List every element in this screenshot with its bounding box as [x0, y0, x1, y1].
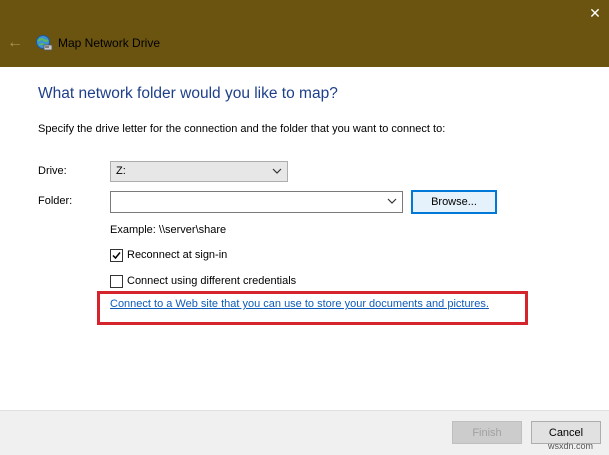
instruction-text: Specify the drive letter for the connect…: [38, 123, 446, 135]
watermark-text: wsxdn.com: [548, 441, 594, 451]
credentials-label[interactable]: Connect using different credentials: [127, 275, 296, 287]
drive-select[interactable]: Z:: [110, 161, 288, 182]
folder-label: Folder:: [38, 195, 73, 207]
drive-select-value: Z:: [116, 165, 126, 177]
chevron-down-icon: [272, 168, 282, 174]
network-drive-icon: [35, 34, 53, 52]
back-arrow-icon[interactable]: ←: [6, 34, 24, 52]
checkmark-icon: [112, 252, 121, 260]
example-text: Example: \\server\share: [110, 224, 227, 236]
reconnect-checkbox[interactable]: [110, 249, 123, 262]
web-site-link-suffix: .: [485, 298, 489, 310]
folder-combobox[interactable]: [110, 191, 403, 213]
map-network-drive-window: ← Map Network Drive ✕ What network folde…: [0, 0, 609, 455]
web-site-link-row: Connect to a Web site that you can use t…: [110, 298, 489, 310]
drive-label: Drive:: [38, 165, 67, 177]
credentials-checkbox[interactable]: [110, 275, 123, 288]
title-bar: ← Map Network Drive ✕: [0, 0, 609, 67]
reconnect-label[interactable]: Reconnect at sign-in: [127, 249, 227, 261]
close-icon[interactable]: ✕: [586, 4, 604, 22]
page-title: What network folder would you like to ma…: [38, 85, 338, 102]
browse-button[interactable]: Browse...: [411, 190, 497, 214]
window-title: Map Network Drive: [58, 36, 161, 50]
chevron-down-icon[interactable]: [386, 195, 398, 207]
dialog-footer: Finish Cancel: [0, 410, 609, 455]
finish-button[interactable]: Finish: [452, 421, 522, 444]
web-site-link[interactable]: Connect to a Web site that you can use t…: [110, 298, 486, 310]
